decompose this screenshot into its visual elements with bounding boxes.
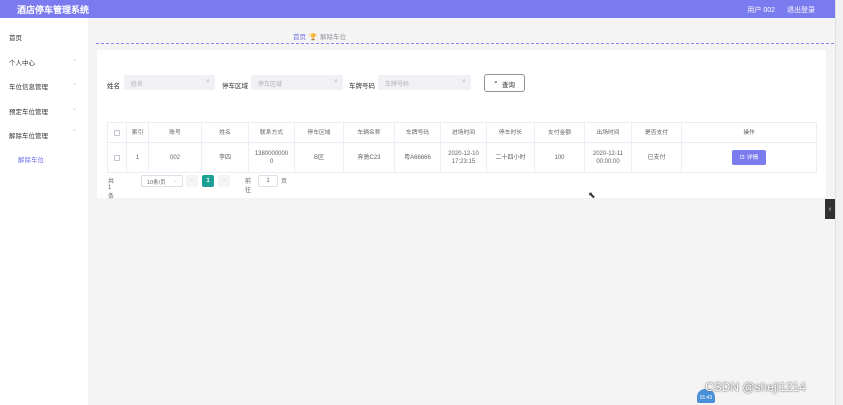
detail-button-label: 详情	[746, 154, 759, 161]
cell-plate: 粤A66666	[395, 143, 441, 172]
table-header: 车牌号码	[395, 123, 441, 142]
next-page-button[interactable]: ›	[218, 175, 230, 187]
table-header: 姓名	[202, 123, 249, 142]
cell-area: B区	[295, 143, 344, 172]
header-select-all	[107, 123, 127, 142]
area-placeholder: 停车区域	[258, 82, 283, 88]
page-number-current[interactable]: 1	[202, 175, 214, 187]
sidebar-item-space-info[interactable]: 车位信息管理 ⌄	[0, 75, 88, 95]
search-icon: ⌕	[334, 78, 338, 85]
goto-page-input[interactable]: 1	[258, 175, 278, 187]
table-header: 操作	[682, 123, 817, 142]
sidebar-item-label: 预定车位管理	[9, 109, 48, 116]
cell-phone: 13800000000	[249, 143, 295, 172]
plate-input[interactable]: 车牌号码 ⌕	[378, 75, 471, 90]
sidebar-item-label: 个人中心	[9, 60, 35, 67]
cell-name: 李四	[202, 143, 249, 172]
sidebar-item-booking[interactable]: 预定车位管理 ⌄	[0, 100, 88, 120]
chevron-up-icon: ⌃	[72, 130, 78, 136]
table-header: 车辆名称	[344, 123, 395, 142]
content-panel: 姓名 姓名 ⌕ 停车区域 停车区域 ⌕ 车牌号码 车牌号码 ⌕ ⌕ 查询 索引 …	[97, 50, 826, 200]
chevron-down-icon: ⌄	[72, 106, 78, 112]
chevron-down-icon: ⌄	[173, 178, 178, 184]
sidebar-item-label: 首页	[9, 35, 22, 42]
divider	[96, 43, 834, 44]
row-checkbox[interactable]	[114, 154, 120, 161]
chevron-down-icon: ⌄	[72, 81, 78, 87]
side-collapse-tab[interactable]: ‹	[825, 199, 835, 219]
cell-entry-time: 2020-12-10 17:23:15	[441, 143, 487, 172]
chevron-down-icon: ⌄	[72, 57, 78, 63]
top-bar: 酒店停车管理系统 用户 002 退出登录	[0, 0, 835, 18]
page-suffix: 页	[281, 179, 288, 185]
cell-paid-status: 已支付	[632, 143, 682, 172]
mouse-cursor-icon: ⬉	[588, 190, 596, 200]
table-header: 支付金额	[535, 123, 585, 142]
data-table: 索引 账号 姓名 联系方式 停车区域 车辆名称 车牌号码 进场时间 停车时长 支…	[107, 122, 817, 173]
chevron-left-icon: ‹	[191, 178, 193, 184]
sidebar-subitem-release-space[interactable]: 解除车位	[0, 148, 88, 168]
detail-button[interactable]: ⊡ 详情	[732, 150, 766, 165]
plate-label: 车牌号码	[349, 83, 375, 90]
select-all-checkbox[interactable]	[114, 129, 120, 136]
cell-actions: ⊡ 详情	[682, 143, 817, 172]
sidebar-item-home[interactable]: 首页	[0, 26, 88, 46]
search-icon: ⌕	[462, 78, 466, 85]
cell-duration: 二十四小时	[487, 143, 535, 172]
name-placeholder: 姓名	[131, 82, 144, 88]
main-content: 首页 🏆 解除车位 姓名 姓名 ⌕ 停车区域 停车区域 ⌕ 车牌号码 车牌号码 ⌕ …	[88, 18, 835, 405]
query-button[interactable]: ⌕ 查询	[484, 74, 525, 92]
row-select	[107, 143, 127, 172]
sidebar-item-label: 解除车位管理	[9, 133, 48, 140]
page-size-value: 10条/页	[147, 180, 166, 186]
area-input[interactable]: 停车区域 ⌕	[251, 75, 343, 90]
table-header: 停车区域	[295, 123, 344, 142]
search-icon: ⌕	[206, 78, 210, 85]
table-header-row: 索引 账号 姓名 联系方式 停车区域 车辆名称 车牌号码 进场时间 停车时长 支…	[107, 123, 817, 143]
table-header: 停车时长	[487, 123, 535, 142]
page-size-select[interactable]: 10条/页 ⌄	[141, 175, 183, 187]
cell-vehicle: 奔驰C23	[344, 143, 395, 172]
name-label: 姓名	[107, 83, 120, 90]
cell-index: 1	[127, 143, 149, 172]
table-header: 联系方式	[249, 123, 295, 142]
table-header: 进场时间	[441, 123, 487, 142]
table-header: 是否支付	[632, 123, 682, 142]
detail-icon: ⊡	[739, 154, 745, 161]
table-header: 出场时间	[585, 123, 632, 142]
prev-page-button[interactable]: ‹	[186, 175, 198, 187]
table-row: 1 002 李四 13800000000 B区 奔驰C23 粤A66666 20…	[107, 143, 817, 173]
cell-amount: 100	[535, 143, 585, 172]
table-header: 账号	[149, 123, 202, 142]
name-input[interactable]: 姓名 ⌕	[124, 75, 215, 90]
logout-link[interactable]: 退出登录	[787, 5, 815, 15]
search-icon: ⌕	[494, 79, 498, 86]
app-title: 酒店停车管理系统	[17, 5, 90, 15]
watermark: CSDN @sheji1214	[705, 380, 806, 394]
cell-exit-time: 2020-12-11 00:00:00	[585, 143, 632, 172]
sidebar-item-profile[interactable]: 个人中心 ⌄	[0, 51, 88, 71]
breadcrumb: 首页 🏆 解除车位	[293, 31, 346, 41]
chevron-left-icon: ‹	[828, 205, 832, 213]
current-user: 用户 002	[747, 7, 775, 14]
sidebar-item-release[interactable]: 解除车位管理 ⌃	[0, 124, 88, 144]
table-header: 索引	[127, 123, 149, 142]
sidebar-subitem-label: 解除车位	[18, 157, 44, 164]
page-scrollbar[interactable]	[835, 0, 843, 405]
trophy-icon: 🏆	[309, 34, 318, 41]
query-button-label: 查询	[502, 82, 515, 89]
plate-placeholder: 车牌号码	[385, 82, 410, 88]
area-label: 停车区域	[222, 83, 248, 90]
breadcrumb-home[interactable]: 首页	[293, 34, 306, 41]
chevron-right-icon: ›	[223, 178, 225, 184]
total-count: 共 1 条	[108, 179, 115, 200]
goto-label: 前往	[245, 179, 252, 194]
breadcrumb-current: 解除车位	[320, 34, 347, 41]
sidebar-item-label: 车位信息管理	[9, 84, 48, 91]
cell-account: 002	[149, 143, 202, 172]
sidebar: 首页 个人中心 ⌄ 车位信息管理 ⌄ 预定车位管理 ⌄ 解除车位管理 ⌃ 解除车…	[0, 18, 88, 405]
